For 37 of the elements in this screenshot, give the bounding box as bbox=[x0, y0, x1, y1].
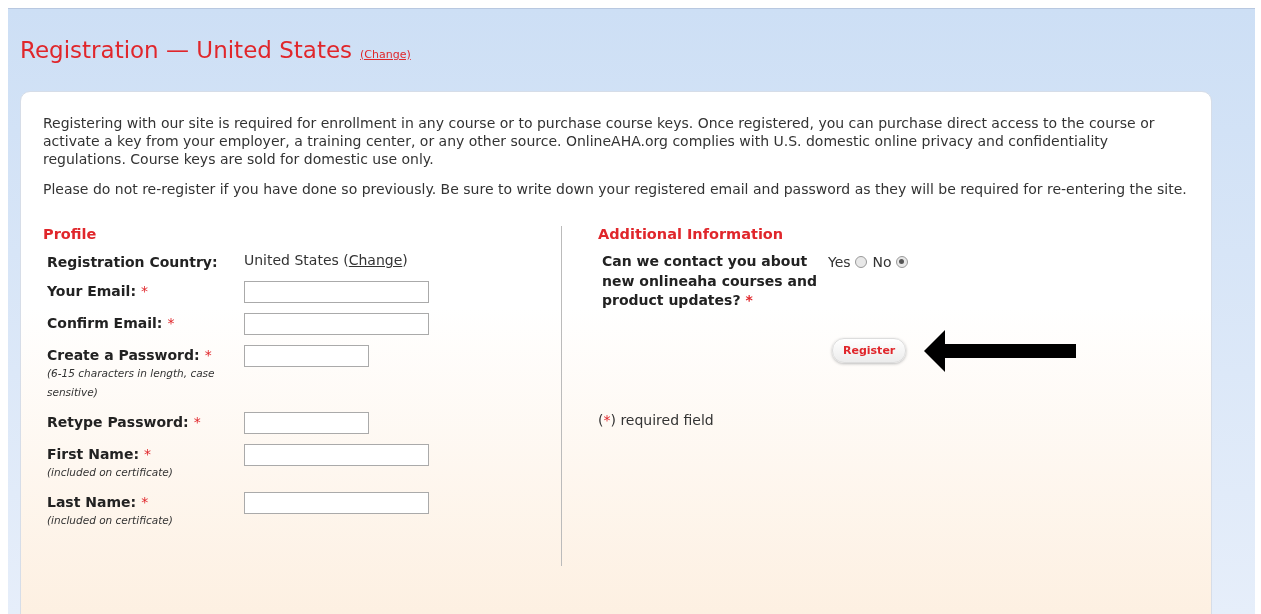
field-hint: (6-15 characters in length, case sensitive) bbox=[47, 366, 216, 400]
field-hint: (included on certificate) bbox=[47, 465, 174, 480]
input-field[interactable] bbox=[244, 444, 429, 466]
required-note: (*) required field bbox=[598, 411, 715, 428]
radio-button[interactable] bbox=[854, 255, 867, 268]
required-mark: * bbox=[204, 347, 212, 363]
field-label: Create a Password: bbox=[47, 347, 200, 363]
section-heading: Profile bbox=[43, 226, 98, 242]
radio-label: Yes bbox=[828, 253, 851, 270]
country-value: United States (Change) bbox=[244, 252, 408, 270]
field-hint: (included on certificate) bbox=[47, 513, 174, 528]
field-label: First Name: bbox=[47, 446, 139, 462]
section-heading: Additional Information bbox=[598, 226, 785, 242]
required-mark: * bbox=[193, 414, 201, 430]
register-button[interactable]: Register bbox=[832, 338, 907, 363]
input-field[interactable] bbox=[244, 412, 369, 434]
intro-paragraph: Please do not re-register if you have done so previously. Be sure to write down your registered email and password as they will be required for re-entering the site. bbox=[43, 180, 1188, 198]
required-mark: * bbox=[144, 446, 152, 462]
radio-button[interactable] bbox=[895, 255, 908, 268]
required-mark: * bbox=[167, 315, 175, 331]
input-field[interactable] bbox=[244, 492, 429, 514]
field-label: Your Email: bbox=[47, 283, 136, 299]
field-label: Confirm Email: bbox=[47, 315, 163, 331]
required-mark: * bbox=[141, 283, 149, 299]
field-label: Last Name: bbox=[47, 494, 137, 510]
input-field[interactable] bbox=[244, 345, 369, 367]
change-link[interactable]: (Change) bbox=[360, 47, 411, 61]
change-link[interactable]: Change bbox=[348, 252, 403, 268]
field-label: Retype Password: bbox=[47, 414, 189, 430]
radio-label: No bbox=[872, 253, 892, 270]
input-field[interactable] bbox=[244, 281, 429, 303]
input-field[interactable] bbox=[244, 313, 429, 335]
page-title: Registration — United States bbox=[20, 37, 353, 63]
required-mark: * bbox=[141, 494, 149, 510]
field-label: Registration Country: bbox=[47, 254, 218, 270]
intro-paragraph: Registering with our site is required for enrollment in any course or to purchase course keys. Once registered, you can purchase direct access to the course or activate a key from your employer, a training center, or any other source. OnlineAHA.org complies with U.S. domestic online privacy and confidentiality regulations. Course keys are sold for domestic use only. bbox=[43, 114, 1156, 168]
question-label: Can we contact you about new onlineaha courses and product updates? * bbox=[602, 252, 818, 310]
